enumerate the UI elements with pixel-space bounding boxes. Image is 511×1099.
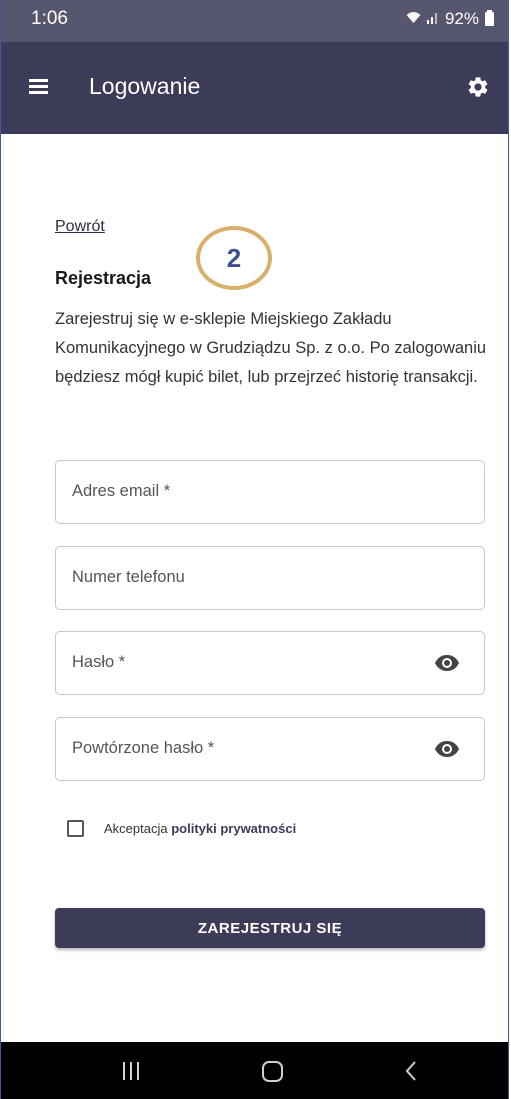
status-indicators: 92%	[406, 9, 494, 29]
password-field[interactable]: Hasło *	[55, 631, 485, 695]
signal-icon	[426, 9, 439, 29]
password-repeat-field[interactable]: Powtórzone hasło *	[55, 717, 485, 781]
battery-icon	[485, 10, 494, 26]
home-button[interactable]	[262, 1061, 283, 1082]
eye-icon[interactable]	[434, 654, 460, 672]
back-link[interactable]: Powrót	[55, 218, 105, 236]
phone-field[interactable]: Numer telefonu	[55, 546, 485, 610]
privacy-policy-link[interactable]: polityki prywatności	[171, 821, 296, 836]
consent-label: Akceptacja polityki prywatności	[104, 821, 296, 836]
status-time: 1:06	[31, 8, 68, 29]
wifi-icon	[406, 11, 421, 27]
menu-icon[interactable]	[29, 79, 48, 94]
recents-button[interactable]	[123, 1062, 139, 1080]
consent-prefix: Akceptacja	[104, 821, 168, 836]
register-button[interactable]: ZAREJESTRUJ SIĘ	[55, 908, 485, 948]
section-title: Rejestracja	[55, 268, 152, 288]
email-placeholder: Adres email *	[72, 482, 171, 500]
password-repeat-placeholder: Powtórzone hasło *	[72, 739, 215, 757]
system-nav-bar	[1, 1042, 508, 1099]
step-badge: 2	[196, 226, 272, 290]
email-field[interactable]: Adres email *	[55, 460, 485, 524]
password-placeholder: Hasło *	[72, 653, 126, 671]
status-bar: 1:06 92%	[1, 0, 508, 42]
consent-checkbox[interactable]	[67, 820, 84, 837]
eye-icon[interactable]	[434, 740, 460, 758]
app-bar: Logowanie	[1, 42, 508, 134]
gear-icon[interactable]	[466, 75, 490, 99]
phone-placeholder: Numer telefonu	[72, 568, 185, 586]
back-nav-button[interactable]	[404, 1060, 418, 1082]
description-text: Zarejestruj się w e-sklepie Miejskiego Z…	[55, 310, 487, 386]
page-title: Logowanie	[89, 73, 201, 99]
battery-level: 92%	[444, 9, 479, 28]
phone-screen: 1:06 92% Logowanie Powrót 2 Rejestracja …	[0, 0, 509, 1099]
